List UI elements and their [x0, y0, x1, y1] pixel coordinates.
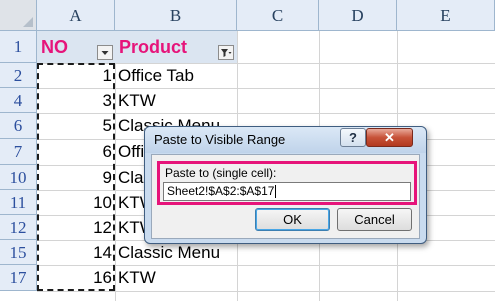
- cell-product[interactable]: KTW: [115, 265, 237, 291]
- filter-dropdown-icon[interactable]: [97, 45, 113, 60]
- row-header-17[interactable]: 17: [0, 265, 37, 291]
- column-header-e[interactable]: E: [397, 0, 495, 31]
- column-header-b[interactable]: B: [115, 0, 237, 31]
- filter-active-icon[interactable]: [218, 45, 234, 60]
- cell-product[interactable]: KTW: [115, 88, 237, 113]
- header-label-no: NO: [41, 37, 68, 57]
- row-header-10[interactable]: 10: [0, 165, 37, 190]
- row-header-4[interactable]: 4: [0, 88, 37, 113]
- column-header-d[interactable]: D: [319, 0, 397, 31]
- gridline: [37, 291, 495, 292]
- dialog-body: Paste to (single cell): Sheet2!$A$2:$A$1…: [151, 154, 420, 239]
- text-caret: [275, 185, 277, 199]
- row-header-11[interactable]: 11: [0, 190, 37, 215]
- close-button[interactable]: ✕: [366, 128, 413, 147]
- cancel-button[interactable]: Cancel: [337, 208, 412, 231]
- header-label-product: Product: [119, 37, 188, 57]
- copy-selection-marquee: [37, 63, 115, 291]
- paste-to-input[interactable]: Sheet2!$A$2:$A$17: [163, 182, 411, 201]
- row-header-7[interactable]: 7: [0, 139, 37, 165]
- dialog-title: Paste to Visible Range: [154, 132, 286, 147]
- column-header-c[interactable]: C: [237, 0, 319, 31]
- cell-product[interactable]: Office Tab: [115, 63, 237, 88]
- row-header-15[interactable]: 15: [0, 240, 37, 265]
- row-header-12[interactable]: 12: [0, 215, 37, 240]
- paste-to-label: Paste to (single cell):: [165, 166, 277, 180]
- row-header-2[interactable]: 2: [0, 63, 37, 88]
- highlighted-field-group: Paste to (single cell): Sheet2!$A$2:$A$1…: [157, 161, 417, 205]
- paste-to-visible-range-dialog: Paste to Visible Range ? ✕ Paste to (sin…: [144, 126, 427, 244]
- ok-button[interactable]: OK: [255, 208, 330, 231]
- column-header-a[interactable]: A: [37, 0, 115, 31]
- dialog-titlebar[interactable]: Paste to Visible Range ? ✕: [145, 127, 426, 153]
- row-header-6[interactable]: 6: [0, 113, 37, 139]
- select-all-corner[interactable]: [0, 0, 37, 31]
- paste-to-input-value: Sheet2!$A$2:$A$17: [167, 184, 275, 198]
- help-button[interactable]: ?: [340, 128, 366, 147]
- row-header-1[interactable]: 1: [0, 31, 37, 63]
